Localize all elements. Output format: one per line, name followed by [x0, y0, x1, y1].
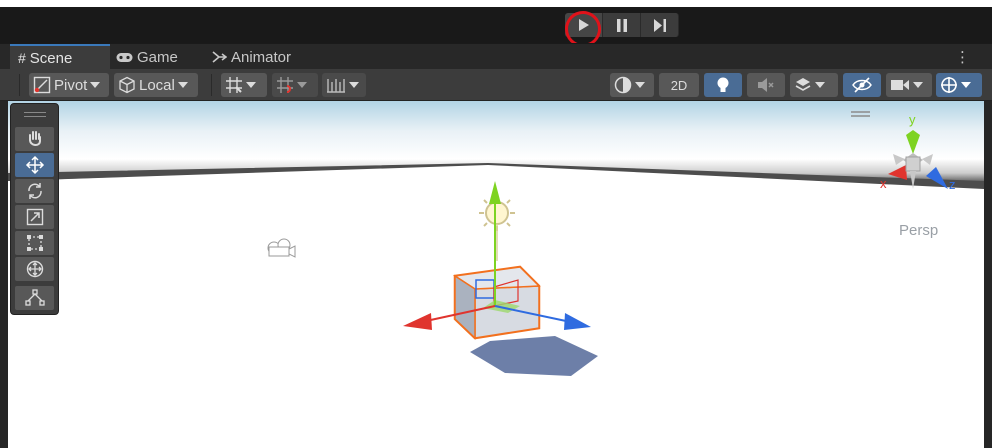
axis-x-label: x — [880, 176, 887, 191]
selected-cube[interactable] — [452, 265, 541, 340]
pause-icon — [616, 18, 627, 32]
rect-icon — [26, 235, 43, 251]
directional-light-icon[interactable] — [479, 195, 515, 261]
toggle-2d-label: 2D — [670, 77, 688, 93]
lighting-toggle[interactable] — [704, 73, 742, 97]
local-dropdown[interactable]: Local — [114, 73, 198, 97]
chevron-down-icon — [815, 82, 825, 88]
move-icon — [25, 155, 44, 175]
step-forward-icon — [653, 18, 666, 32]
animator-icon — [212, 51, 227, 63]
cube-shadow — [470, 336, 598, 376]
projection-label[interactable]: Persp — [899, 222, 938, 239]
scene-toolbar: Pivot Local 2D — [0, 69, 992, 101]
effects-icon — [795, 78, 811, 91]
transform-icon — [26, 260, 43, 278]
scene-viewport[interactable]: y x z — [8, 101, 984, 448]
rect-tool-button[interactable] — [15, 231, 54, 255]
tab-label: Game — [137, 48, 178, 66]
chevron-down-icon — [913, 82, 923, 88]
gizmos-dropdown[interactable] — [936, 73, 982, 97]
camera-dropdown[interactable] — [886, 73, 932, 97]
transform-tool-button[interactable] — [15, 257, 54, 281]
pivot-icon — [33, 76, 51, 94]
pause-button[interactable] — [603, 13, 641, 37]
grid-snapping-dropdown[interactable] — [221, 73, 267, 97]
tab-animator[interactable]: Animator — [212, 44, 322, 70]
rotate-icon — [27, 183, 42, 199]
chevron-down-icon — [297, 82, 307, 88]
grid-snap-icon — [226, 77, 242, 93]
tab-label: Scene — [29, 49, 73, 67]
cube-icon — [119, 76, 135, 94]
increment-snap-icon — [277, 77, 293, 93]
ruler-icon — [327, 79, 345, 93]
gizmos-icon — [941, 77, 957, 93]
tools-overlay — [10, 103, 59, 315]
overlay-grip[interactable] — [24, 112, 46, 117]
visibility-off-icon — [852, 77, 872, 93]
pivot-label: Pivot — [54, 76, 88, 94]
scale-tool-button[interactable] — [15, 205, 54, 229]
tab-label: Animator — [231, 48, 292, 66]
toggle-2d-button[interactable]: 2D — [659, 73, 699, 97]
scale-icon — [26, 208, 43, 226]
effects-dropdown[interactable] — [790, 73, 838, 97]
shading-mode-icon — [614, 76, 632, 94]
custom-editor-icon — [24, 289, 45, 306]
hand-icon — [28, 131, 41, 146]
rotate-tool-button[interactable] — [15, 179, 54, 203]
axis-y-label: y — [909, 112, 916, 127]
step-button[interactable] — [641, 13, 679, 37]
camera-gizmo-icon[interactable] — [267, 238, 296, 258]
draw-mode-dropdown[interactable] — [610, 73, 654, 97]
tab-strip: # Scene Game Animator ⋮ — [0, 43, 992, 70]
tab-game[interactable]: Game — [116, 44, 196, 70]
chevron-down-icon — [90, 82, 101, 88]
chevron-down-icon — [635, 82, 645, 88]
custom-tool-button[interactable] — [15, 286, 54, 310]
hand-tool-button[interactable] — [15, 127, 54, 151]
chevron-down-icon — [246, 82, 256, 88]
tab-scene[interactable]: # Scene — [10, 44, 110, 70]
local-label: Local — [139, 76, 175, 94]
right-gutter — [984, 101, 992, 448]
audio-mute-icon — [758, 78, 774, 92]
play-toolbar — [0, 0, 992, 51]
chevron-down-icon — [349, 82, 359, 88]
axis-z-label: z — [949, 177, 956, 192]
camera-icon — [891, 80, 909, 90]
move-tool-button[interactable] — [15, 153, 54, 177]
left-gutter — [0, 101, 8, 448]
hidden-objects-toggle[interactable] — [843, 73, 881, 97]
chevron-down-icon — [961, 82, 971, 88]
lightbulb-icon — [717, 77, 729, 92]
gamepad-icon — [116, 52, 133, 62]
toolbar-divider — [211, 74, 212, 96]
pivot-dropdown[interactable]: Pivot — [29, 73, 109, 97]
tab-menu-button[interactable]: ⋮ — [955, 48, 970, 66]
increment-snapping-dropdown[interactable] — [272, 73, 318, 97]
audio-toggle[interactable] — [747, 73, 785, 97]
chevron-down-icon — [177, 82, 188, 88]
ruler-dropdown[interactable] — [322, 73, 366, 97]
grid-icon: # — [18, 50, 26, 66]
toolbar-divider — [19, 74, 20, 96]
